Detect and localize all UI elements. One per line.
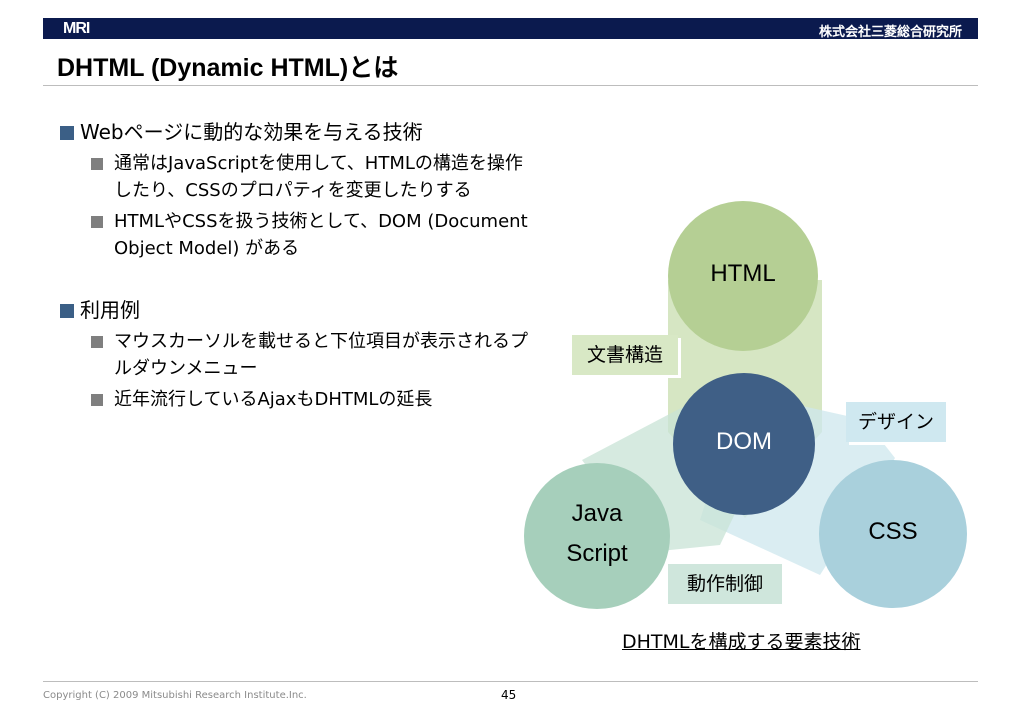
copyright-text: Copyright (C) 2009 Mitsubishi Research I… (43, 690, 307, 701)
design-label: デザイン (846, 402, 946, 442)
html-label: HTML (710, 260, 776, 287)
dom-label: DOM (716, 428, 772, 455)
javascript-label-line2: Script (566, 540, 628, 567)
behavior-control-label: 動作制御 (668, 564, 782, 604)
javascript-circle (524, 463, 670, 609)
dhtml-components-diagram (524, 201, 967, 609)
javascript-label-line1: Java (571, 500, 623, 527)
document-structure-label: 文書構造 (572, 335, 678, 375)
css-label: CSS (868, 518, 918, 545)
footer-divider (43, 681, 978, 682)
diagram-caption: DHTMLを構成する要素技術 (622, 631, 861, 653)
page-number: 45 (501, 688, 517, 702)
